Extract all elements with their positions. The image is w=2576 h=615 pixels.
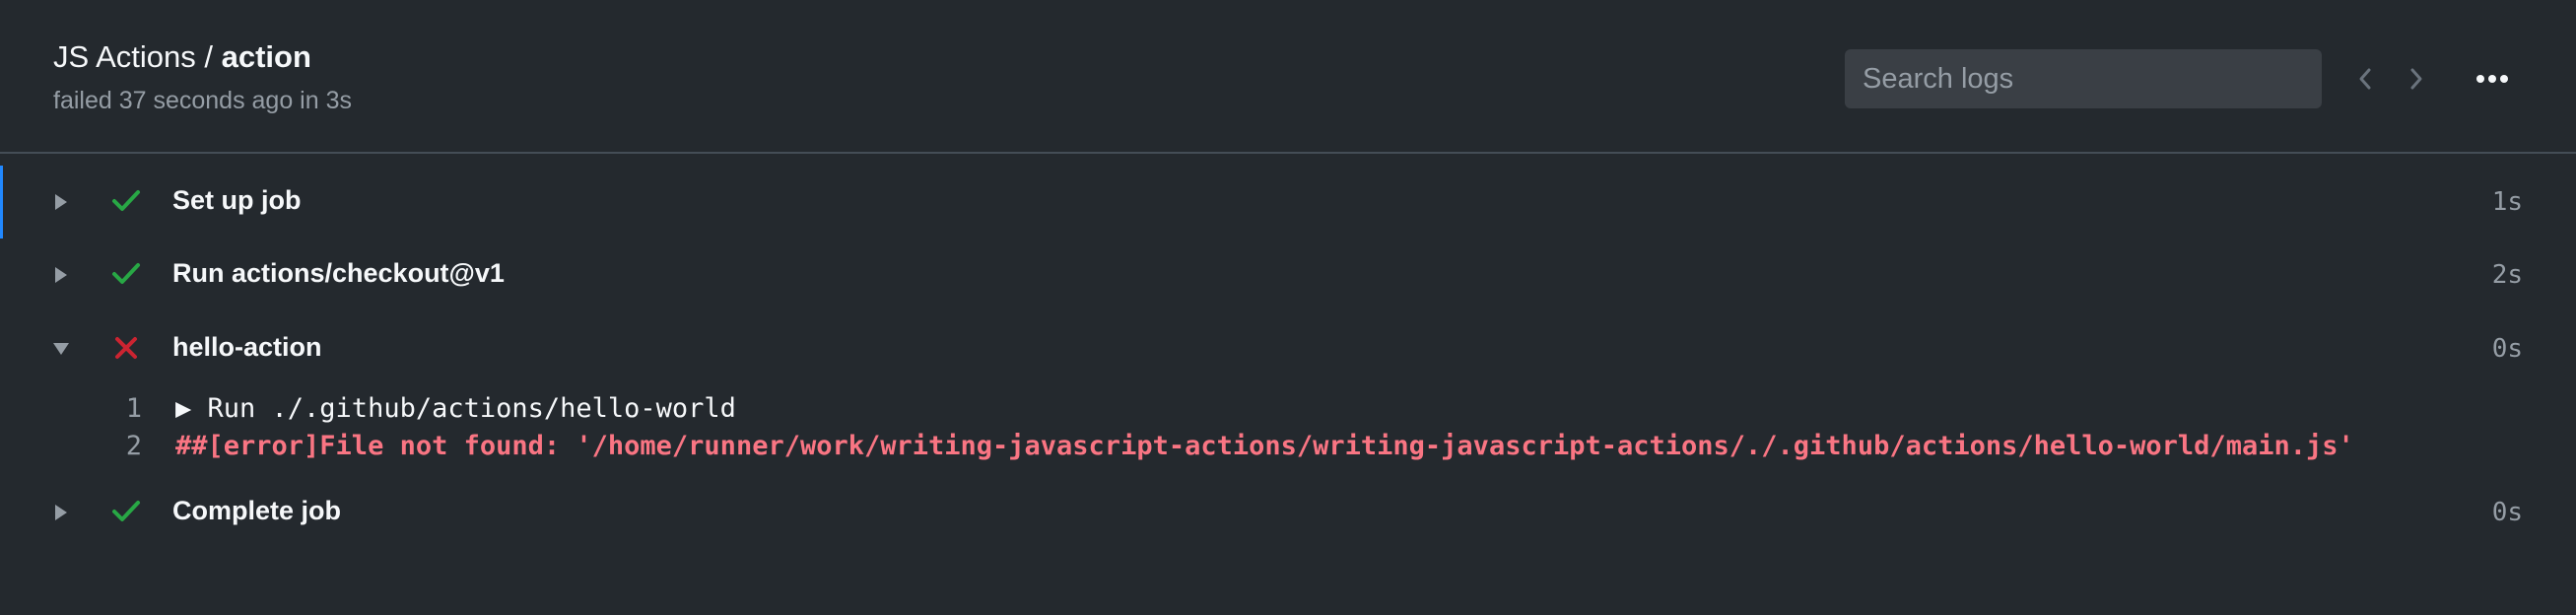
triangle-right-icon[interactable] [49, 259, 73, 291]
chevron-right-icon [2410, 68, 2422, 90]
step-row-complete-job[interactable]: Complete job 0s [0, 478, 2576, 547]
check-icon [108, 183, 144, 219]
page-title: JS Actions / action [53, 39, 311, 75]
log-line[interactable]: 1 ▶ Run ./.github/actions/hello-world [0, 393, 2576, 431]
previous-match-button[interactable] [2345, 57, 2385, 101]
step-name: hello-action [172, 332, 322, 362]
log-text[interactable]: ▶ Run ./.github/actions/hello-world [175, 393, 736, 424]
line-number[interactable]: 1 [99, 393, 142, 424]
triangle-down-icon[interactable] [49, 333, 73, 365]
search-logs-input[interactable] [1845, 49, 2322, 108]
workflow-name[interactable]: JS Actions / [53, 39, 213, 74]
log-line-error[interactable]: 2 ##[error]File not found: '/home/runner… [0, 431, 2576, 468]
step-row-set-up-job[interactable]: Set up job 1s [0, 168, 2576, 237]
check-icon [108, 256, 144, 292]
triangle-right-icon[interactable] [49, 497, 73, 528]
step-name: Set up job [172, 185, 302, 215]
step-row-run-checkout[interactable]: Run actions/checkout@v1 2s [0, 240, 2576, 309]
step-row-hello-action[interactable]: hello-action 0s [0, 314, 2576, 383]
log-header: JS Actions / action failed 37 seconds ag… [0, 0, 2576, 154]
chevron-left-icon [2359, 68, 2371, 90]
kebab-horizontal-icon [2476, 75, 2508, 83]
check-icon [108, 494, 144, 529]
step-duration: 0s [2491, 498, 2523, 527]
x-icon [108, 330, 144, 366]
run-status-text: failed 37 seconds ago in 3s [53, 87, 352, 114]
triangle-right-icon[interactable] [49, 186, 73, 218]
more-options-button[interactable] [2470, 57, 2515, 101]
line-number[interactable]: 2 [99, 431, 142, 461]
step-duration: 1s [2491, 187, 2523, 217]
step-duration: 0s [2491, 334, 2523, 364]
error-log-text[interactable]: ##[error]File not found: '/home/runner/w… [175, 431, 2354, 461]
job-name: action [221, 39, 311, 74]
next-match-button[interactable] [2397, 57, 2436, 101]
step-duration: 2s [2491, 260, 2523, 290]
step-name: Run actions/checkout@v1 [172, 258, 505, 288]
step-name: Complete job [172, 496, 342, 525]
